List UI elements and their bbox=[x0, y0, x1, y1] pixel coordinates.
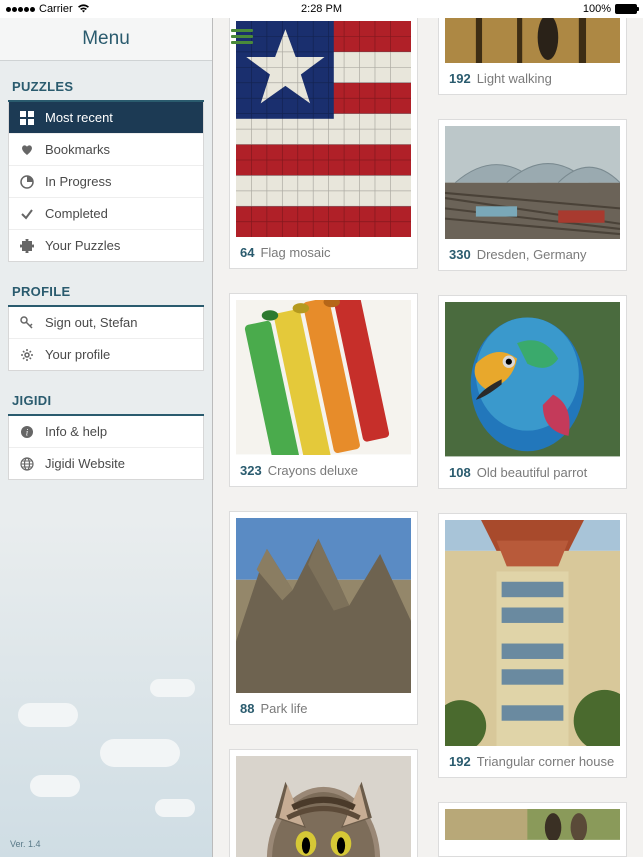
wifi-icon bbox=[77, 2, 90, 16]
piece-count: 192 bbox=[449, 71, 471, 86]
status-bar: Carrier 2:28 PM 100% bbox=[0, 0, 643, 18]
puzzle-card[interactable]: 108 Old beautiful parrot bbox=[438, 295, 627, 488]
column-left: 64 Flag mosaic bbox=[229, 18, 418, 857]
sidebar-item-label: Completed bbox=[45, 206, 108, 221]
status-left: Carrier bbox=[6, 2, 90, 16]
carrier-label: Carrier bbox=[39, 3, 73, 15]
puzzle-thumbnail bbox=[236, 300, 411, 454]
puzzle-title: Triangular corner house bbox=[477, 754, 615, 769]
globe-icon bbox=[19, 457, 35, 471]
sidebar-groups: PUZZLES Most recent Bookmarks In Progres… bbox=[0, 61, 212, 496]
puzzle-title: Light walking bbox=[477, 71, 552, 86]
sidebar-item-most-recent[interactable]: Most recent bbox=[9, 102, 203, 134]
piece-count: 192 bbox=[449, 754, 471, 769]
gear-icon bbox=[19, 348, 35, 362]
sidebar-item-label: Info & help bbox=[45, 424, 107, 439]
sidebar-item-label: Jigidi Website bbox=[45, 456, 125, 471]
group-header: PUZZLES bbox=[8, 73, 204, 102]
sidebar-item-label: In Progress bbox=[45, 174, 111, 189]
sidebar-item-label: Most recent bbox=[45, 110, 113, 125]
group-puzzles: PUZZLES Most recent Bookmarks In Progres… bbox=[8, 73, 204, 262]
grid-icon bbox=[19, 111, 35, 125]
puzzle-title: Old beautiful parrot bbox=[477, 465, 588, 480]
puzzle-title: Flag mosaic bbox=[260, 245, 330, 260]
group-header: PROFILE bbox=[8, 278, 204, 307]
pie-icon bbox=[19, 175, 35, 189]
piece-count: 330 bbox=[449, 247, 471, 262]
puzzle-thumbnail bbox=[236, 21, 411, 237]
puzzle-title: Park life bbox=[260, 701, 307, 716]
puzzle-card[interactable]: 323 Crayons deluxe bbox=[229, 293, 418, 486]
sidebar-title: Menu bbox=[0, 18, 212, 61]
info-icon: i bbox=[19, 425, 35, 439]
puzzle-card[interactable]: 330 Dresden, Germany bbox=[438, 119, 627, 271]
status-time: 2:28 PM bbox=[301, 3, 342, 15]
battery-icon bbox=[615, 4, 637, 14]
heart-icon bbox=[19, 143, 35, 157]
sidebar-item-bookmarks[interactable]: Bookmarks bbox=[9, 134, 203, 166]
sidebar-item-your-puzzles[interactable]: Your Puzzles bbox=[9, 230, 203, 261]
puzzle-thumbnail bbox=[445, 126, 620, 239]
column-right: 192 Light walking bbox=[438, 18, 627, 857]
version-label: Ver. 1.4 bbox=[10, 839, 41, 849]
puzzle-card[interactable]: 192 Triangular corner house bbox=[438, 513, 627, 778]
sidebar: Menu PUZZLES Most recent Bookmarks In P bbox=[0, 18, 213, 857]
content-area: 64 Flag mosaic bbox=[213, 18, 643, 857]
battery-pct: 100% bbox=[583, 3, 611, 15]
puzzle-thumbnail bbox=[445, 520, 620, 746]
sidebar-item-label: Your Puzzles bbox=[45, 238, 120, 253]
puzzle-grid[interactable]: 64 Flag mosaic bbox=[213, 18, 643, 857]
sidebar-item-website[interactable]: Jigidi Website bbox=[9, 448, 203, 479]
puzzle-card[interactable] bbox=[229, 749, 418, 857]
puzzle-thumbnail bbox=[236, 756, 411, 857]
puzzle-title: Crayons deluxe bbox=[268, 463, 358, 478]
puzzle-card[interactable]: 64 Flag mosaic bbox=[229, 18, 418, 269]
sidebar-item-label: Bookmarks bbox=[45, 142, 110, 157]
check-icon bbox=[19, 207, 35, 221]
status-right: 100% bbox=[583, 3, 637, 15]
key-icon bbox=[19, 316, 35, 330]
sidebar-item-completed[interactable]: Completed bbox=[9, 198, 203, 230]
piece-count: 88 bbox=[240, 701, 254, 716]
puzzle-thumbnail bbox=[445, 809, 620, 840]
puzzle-thumbnail bbox=[236, 518, 411, 693]
signal-icon bbox=[6, 7, 35, 12]
sidebar-item-your-profile[interactable]: Your profile bbox=[9, 339, 203, 370]
piece-count: 108 bbox=[449, 465, 471, 480]
puzzle-thumbnail bbox=[445, 302, 620, 456]
sidebar-item-info-help[interactable]: i Info & help bbox=[9, 416, 203, 448]
puzzle-card[interactable] bbox=[438, 802, 627, 857]
group-jigidi: JIGIDI i Info & help Jigidi Website bbox=[8, 387, 204, 480]
piece-count: 64 bbox=[240, 245, 254, 260]
puzzle-icon bbox=[19, 239, 35, 253]
puzzle-card[interactable]: 88 Park life bbox=[229, 511, 418, 725]
puzzle-title: Dresden, Germany bbox=[477, 247, 587, 262]
sidebar-item-sign-out[interactable]: Sign out, Stefan bbox=[9, 307, 203, 339]
piece-count: 323 bbox=[240, 463, 262, 478]
group-header: JIGIDI bbox=[8, 387, 204, 416]
hamburger-icon[interactable] bbox=[231, 26, 253, 47]
sidebar-item-label: Your profile bbox=[45, 347, 110, 362]
group-profile: PROFILE Sign out, Stefan Your profile bbox=[8, 278, 204, 371]
puzzle-card[interactable]: 192 Light walking bbox=[438, 18, 627, 95]
puzzle-thumbnail bbox=[445, 18, 620, 63]
sidebar-item-label: Sign out, Stefan bbox=[45, 315, 138, 330]
sidebar-item-in-progress[interactable]: In Progress bbox=[9, 166, 203, 198]
clouds-decoration bbox=[0, 657, 212, 857]
